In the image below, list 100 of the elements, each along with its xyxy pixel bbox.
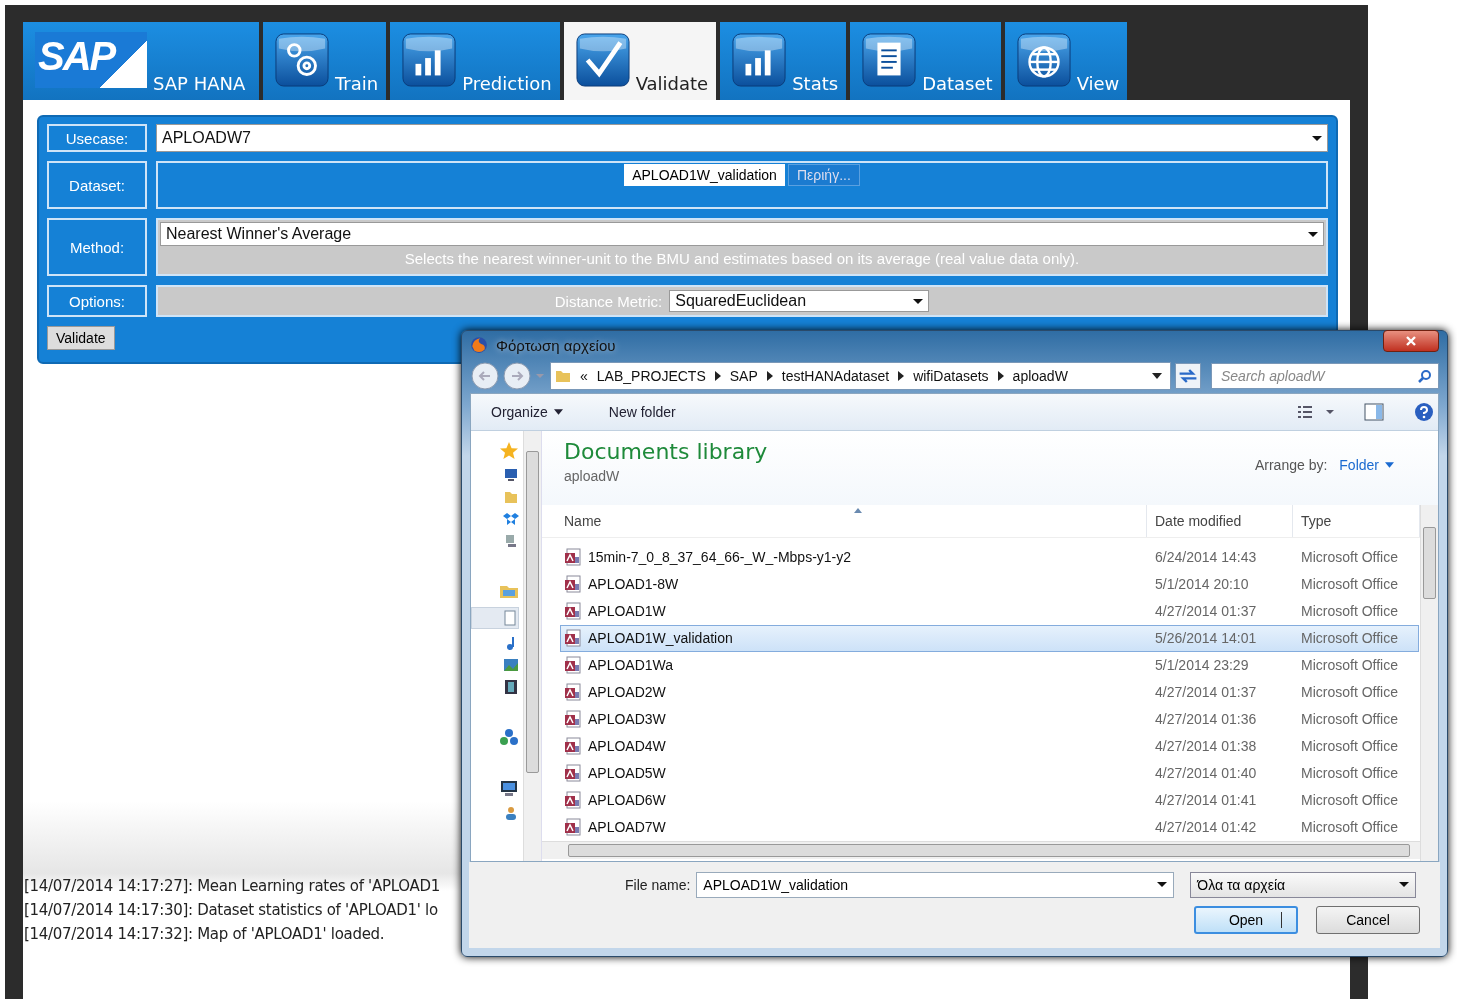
file-date: 5/26/2014 14:01 xyxy=(1154,630,1258,646)
validate-button[interactable]: Validate xyxy=(47,326,115,350)
open-button[interactable]: Open xyxy=(1194,905,1298,934)
logo: SAP xyxy=(35,32,147,88)
breadcrumb-item[interactable]: aploadW xyxy=(1012,367,1068,384)
refresh-icon[interactable] xyxy=(1175,362,1201,389)
preview-pane-icon[interactable] xyxy=(1364,401,1384,422)
file-row[interactable]: APLOAD1Wa 5/1/2014 23:29 Microsoft Office xyxy=(560,651,1419,679)
file-date: 4/27/2014 01:40 xyxy=(1154,765,1258,781)
nav-tab[interactable]: Prediction xyxy=(390,22,560,100)
nav-tab[interactable]: SAP SAP HANA xyxy=(23,22,259,100)
close-button[interactable] xyxy=(1383,330,1439,353)
database-file-icon xyxy=(564,656,582,674)
file-name-field[interactable]: APLOAD1W_validation xyxy=(696,871,1175,898)
cancel-button[interactable]: Cancel xyxy=(1316,905,1420,934)
dropdown-caret-icon[interactable] xyxy=(1152,372,1162,379)
browser-icon xyxy=(470,336,488,355)
file-name: APLOAD1Wa xyxy=(588,657,674,673)
file-date: 6/24/2014 14:43 xyxy=(1154,549,1258,565)
file-row[interactable]: APLOAD7W 4/27/2014 01:42 Microsoft Office xyxy=(560,813,1419,841)
file-row[interactable]: APLOAD4W 4/27/2014 01:38 Microsoft Office xyxy=(560,732,1419,760)
file-row[interactable]: APLOAD1W_validation 5/26/2014 14:01 Microsoft Office xyxy=(560,624,1419,652)
network-icon[interactable] xyxy=(499,726,519,747)
file-date: 4/27/2014 01:38 xyxy=(1154,738,1258,754)
nav-tab[interactable]: View xyxy=(1004,22,1128,100)
caret-icon xyxy=(1385,461,1394,468)
file-name: APLOAD6W xyxy=(588,792,666,808)
organize-menu[interactable]: Organize xyxy=(491,403,563,420)
file-type: Microsoft Office xyxy=(1300,765,1399,781)
file-date: 4/27/2014 01:37 xyxy=(1154,603,1258,619)
file-type-dropdown[interactable]: Όλα τα αρχεία xyxy=(1190,871,1417,898)
nav-tab[interactable]: Stats xyxy=(720,22,847,100)
breadcrumb-item[interactable]: LAB_PROJECTS xyxy=(596,367,706,384)
breadcrumb-item[interactable]: testHANAdataset xyxy=(781,367,890,384)
file-name: APLOAD1W xyxy=(588,603,666,619)
film-icon[interactable] xyxy=(503,678,519,695)
scrollbar[interactable] xyxy=(523,430,541,861)
file-name: APLOAD7W xyxy=(588,819,666,835)
database-file-icon xyxy=(564,764,582,782)
file-row[interactable]: APLOAD1W 4/27/2014 01:37 Microsoft Office xyxy=(560,597,1419,625)
address-bar[interactable]: « LAB_PROJECTS SAP testHANAdataset wifiDatasets aploadW xyxy=(550,361,1171,390)
monitor-icon[interactable] xyxy=(499,778,519,799)
horizontal-scrollbar[interactable] xyxy=(542,840,1420,859)
file-name-label: File name: xyxy=(625,876,691,893)
search-field[interactable]: Search aploadW xyxy=(1211,362,1439,389)
log-line: [14/07/2014 14:17:32]: Map of 'APLOAD1' loaded. xyxy=(24,925,385,943)
dataset-field[interactable]: APLOAD1W_validation xyxy=(624,164,785,186)
file-row[interactable]: APLOAD2W 4/27/2014 01:37 Microsoft Office xyxy=(560,678,1419,706)
sort-arrow-icon xyxy=(854,507,862,513)
file-date: 4/27/2014 01:41 xyxy=(1154,792,1258,808)
file-row[interactable]: APLOAD3W 4/27/2014 01:36 Microsoft Office xyxy=(560,705,1419,733)
file-name: APLOAD1W_validation xyxy=(588,630,733,646)
star-icon[interactable] xyxy=(499,440,519,461)
file-name: 15min-7_0_8_37_64_66-_W_-Mbps-y1-y2 xyxy=(588,549,852,565)
method-dropdown[interactable]: Nearest Winner's Average xyxy=(160,222,1324,246)
nav-tab[interactable]: Train xyxy=(263,22,387,100)
file-type: Microsoft Office xyxy=(1300,738,1399,754)
metric-dropdown[interactable]: SquaredEuclidean xyxy=(669,290,930,312)
file-name: APLOAD2W xyxy=(588,684,666,700)
nav-tab[interactable]: Dataset xyxy=(850,22,1001,100)
breadcrumb-item[interactable]: SAP xyxy=(729,367,758,384)
desktop-icon[interactable] xyxy=(503,466,519,483)
database-file-icon xyxy=(564,818,582,836)
field-label: Options: xyxy=(47,285,147,317)
file-date: 4/27/2014 01:36 xyxy=(1154,711,1258,727)
arrange-dropdown[interactable]: Folder xyxy=(1339,456,1394,473)
breadcrumb-item[interactable]: wifiDatasets xyxy=(913,367,989,384)
file-type: Microsoft Office xyxy=(1300,819,1399,835)
chevron-icon xyxy=(766,370,773,381)
arrange-label: Arrange by: xyxy=(1254,456,1328,473)
help-icon[interactable] xyxy=(1414,401,1434,422)
file-name: APLOAD5W xyxy=(588,765,666,781)
log-line: [14/07/2014 14:17:30]: Dataset statistics of 'APLOAD1' lo xyxy=(24,901,438,919)
breadcrumb-item[interactable]: « xyxy=(580,367,588,384)
usecase-dropdown[interactable]: APLOADW7 xyxy=(156,124,1328,152)
back-forward-icon[interactable] xyxy=(470,360,546,391)
database-file-icon xyxy=(564,683,582,701)
image-icon[interactable] xyxy=(503,656,519,673)
nav-tab[interactable]: Validate xyxy=(563,22,717,100)
checkmark-icon xyxy=(575,33,630,87)
users-icon[interactable] xyxy=(503,804,519,821)
file-row[interactable]: 15min-7_0_8_37_64_66-_W_-Mbps-y1-y2 6/24/2014 14:43 Microsoft Office xyxy=(560,543,1419,571)
file-type: Microsoft Office xyxy=(1300,630,1399,646)
file-type: Microsoft Office xyxy=(1300,576,1399,592)
chevron-icon xyxy=(714,370,721,381)
column-header[interactable]: Date modified xyxy=(1147,504,1293,537)
field-label: Dataset: xyxy=(47,161,147,209)
library-subtitle: aploadW xyxy=(564,467,621,484)
field-label: Usecase: xyxy=(47,124,147,152)
file-date: 4/27/2014 01:42 xyxy=(1154,819,1258,835)
document-icon xyxy=(504,609,516,626)
file-row[interactable]: APLOAD6W 4/27/2014 01:41 Microsoft Office xyxy=(560,786,1419,814)
file-row[interactable]: APLOAD1-8W 5/1/2014 20:10 Microsoft Office xyxy=(560,570,1419,598)
file-type: Microsoft Office xyxy=(1300,603,1399,619)
file-row[interactable]: APLOAD5W 4/27/2014 01:40 Microsoft Office xyxy=(560,759,1419,787)
scrollbar[interactable] xyxy=(1420,504,1438,861)
bar-chart-icon xyxy=(732,33,787,87)
new-folder-button[interactable]: New folder xyxy=(608,403,676,420)
computer-icon[interactable] xyxy=(503,532,519,549)
dropbox-icon[interactable] xyxy=(503,510,519,527)
